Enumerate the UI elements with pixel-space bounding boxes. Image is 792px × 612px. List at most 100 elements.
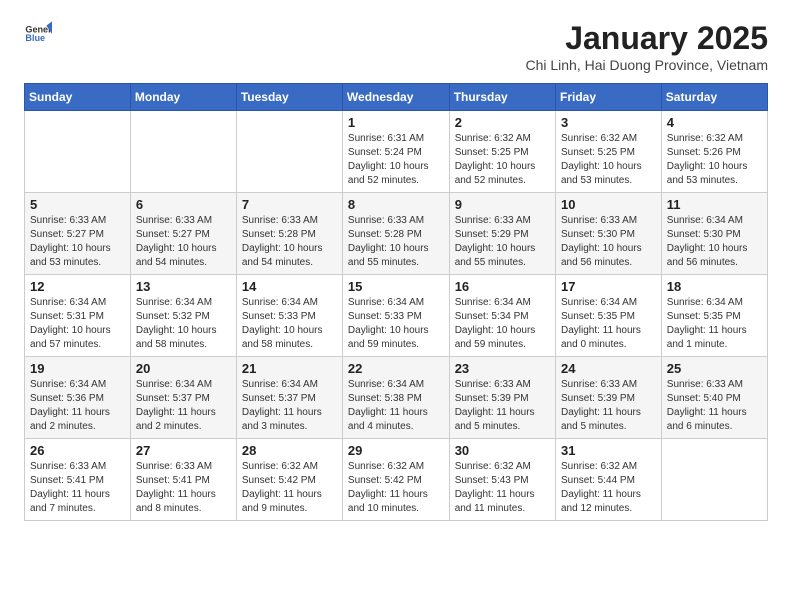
week-row-2: 5 Sunrise: 6:33 AM Sunset: 5:27 PM Daylig… (25, 193, 768, 275)
table-row: 12 Sunrise: 6:34 AM Sunset: 5:31 PM Dayli… (25, 275, 131, 357)
day-info: Sunrise: 6:34 AM Sunset: 5:31 PM Dayligh… (30, 296, 125, 352)
day-number: 2 (455, 115, 550, 130)
day-number: 16 (455, 279, 550, 294)
day-info: Sunrise: 6:34 AM Sunset: 5:33 PM Dayligh… (242, 296, 337, 352)
day-number: 23 (455, 361, 550, 376)
day-number: 10 (561, 197, 656, 212)
table-row: 5 Sunrise: 6:33 AM Sunset: 5:27 PM Daylig… (25, 193, 131, 275)
table-row: 22 Sunrise: 6:34 AM Sunset: 5:38 PM Dayli… (342, 357, 449, 439)
day-number: 29 (348, 443, 444, 458)
table-row: 31 Sunrise: 6:32 AM Sunset: 5:44 PM Dayli… (555, 439, 661, 521)
day-number: 21 (242, 361, 337, 376)
header-sunday: Sunday (25, 84, 131, 111)
day-number: 14 (242, 279, 337, 294)
day-info: Sunrise: 6:34 AM Sunset: 5:34 PM Dayligh… (455, 296, 550, 352)
week-row-3: 12 Sunrise: 6:34 AM Sunset: 5:31 PM Dayli… (25, 275, 768, 357)
table-row: 20Sunrise: 6:34 AM Sunset: 5:37 PM Dayli… (130, 357, 236, 439)
table-row: 9 Sunrise: 6:33 AM Sunset: 5:29 PM Daylig… (449, 193, 555, 275)
day-info: Sunrise: 6:32 AM Sunset: 5:26 PM Dayligh… (667, 132, 762, 188)
day-info: Sunrise: 6:34 AM Sunset: 5:37 PM Dayligh… (136, 378, 231, 434)
day-number: 5 (30, 197, 125, 212)
day-info: Sunrise: 6:32 AM Sunset: 5:42 PM Dayligh… (348, 460, 444, 516)
day-info: Sunrise: 6:33 AM Sunset: 5:27 PM Dayligh… (30, 214, 125, 270)
table-row: 17 Sunrise: 6:34 AM Sunset: 5:35 PM Dayli… (555, 275, 661, 357)
day-info: Sunrise: 6:34 AM Sunset: 5:32 PM Dayligh… (136, 296, 231, 352)
table-row (130, 111, 236, 193)
table-row: 14 Sunrise: 6:34 AM Sunset: 5:33 PM Dayli… (236, 275, 342, 357)
table-row: 28 Sunrise: 6:32 AM Sunset: 5:42 PM Dayli… (236, 439, 342, 521)
week-row-5: 26Sunrise: 6:33 AM Sunset: 5:41 PM Dayli… (25, 439, 768, 521)
table-row: 6 Sunrise: 6:33 AM Sunset: 5:27 PM Daylig… (130, 193, 236, 275)
calendar-subtitle: Chi Linh, Hai Duong Province, Vietnam (525, 57, 768, 73)
table-row: 13 Sunrise: 6:34 AM Sunset: 5:32 PM Dayli… (130, 275, 236, 357)
table-row: 19 Sunrise: 6:34 AM Sunset: 5:36 PM Dayli… (25, 357, 131, 439)
day-info: Sunrise: 6:34 AM Sunset: 5:35 PM Dayligh… (667, 296, 762, 352)
day-number: 17 (561, 279, 656, 294)
day-info: Sunrise: 6:32 AM Sunset: 5:42 PM Dayligh… (242, 460, 337, 516)
day-number: 31 (561, 443, 656, 458)
day-info: Sunrise: 6:33 AM Sunset: 5:27 PM Dayligh… (136, 214, 231, 270)
day-info: Sunrise: 6:34 AM Sunset: 5:33 PM Dayligh… (348, 296, 444, 352)
day-number: 7 (242, 197, 337, 212)
day-number: 13 (136, 279, 231, 294)
day-number: 4 (667, 115, 762, 130)
table-row: 24 Sunrise: 6:33 AM Sunset: 5:39 PM Dayli… (555, 357, 661, 439)
day-number: 8 (348, 197, 444, 212)
table-row (25, 111, 131, 193)
day-info: Sunrise: 6:33 AM Sunset: 5:40 PM Dayligh… (667, 378, 762, 434)
day-info: Sunrise: 6:32 AM Sunset: 5:25 PM Dayligh… (455, 132, 550, 188)
header-monday: Monday (130, 84, 236, 111)
table-row: 3 Sunrise: 6:32 AM Sunset: 5:25 PM Daylig… (555, 111, 661, 193)
logo: General Blue (24, 20, 52, 48)
day-info: Sunrise: 6:32 AM Sunset: 5:44 PM Dayligh… (561, 460, 656, 516)
day-number: 1 (348, 115, 444, 130)
day-number: 18 (667, 279, 762, 294)
day-number: 15 (348, 279, 444, 294)
day-info: Sunrise: 6:33 AM Sunset: 5:39 PM Dayligh… (561, 378, 656, 434)
day-info: Sunrise: 6:32 AM Sunset: 5:43 PM Dayligh… (455, 460, 550, 516)
header-friday: Friday (555, 84, 661, 111)
day-info: Sunrise: 6:33 AM Sunset: 5:30 PM Dayligh… (561, 214, 656, 270)
day-info: Sunrise: 6:32 AM Sunset: 5:25 PM Dayligh… (561, 132, 656, 188)
table-row: 15 Sunrise: 6:34 AM Sunset: 5:33 PM Dayli… (342, 275, 449, 357)
day-info: Sunrise: 6:34 AM Sunset: 5:36 PM Dayligh… (30, 378, 125, 434)
header: General Blue January 2025 Chi Linh, Hai … (24, 20, 768, 73)
day-info: Sunrise: 6:34 AM Sunset: 5:37 PM Dayligh… (242, 378, 337, 434)
day-info: Sunrise: 6:34 AM Sunset: 5:35 PM Dayligh… (561, 296, 656, 352)
logo-icon: General Blue (24, 20, 52, 48)
day-info: Sunrise: 6:33 AM Sunset: 5:29 PM Dayligh… (455, 214, 550, 270)
header-thursday: Thursday (449, 84, 555, 111)
day-number: 11 (667, 197, 762, 212)
day-number: 12 (30, 279, 125, 294)
table-row: 23 Sunrise: 6:33 AM Sunset: 5:39 PM Dayli… (449, 357, 555, 439)
table-row: 26Sunrise: 6:33 AM Sunset: 5:41 PM Dayli… (25, 439, 131, 521)
table-row: 8 Sunrise: 6:33 AM Sunset: 5:28 PM Daylig… (342, 193, 449, 275)
table-row: 25Sunrise: 6:33 AM Sunset: 5:40 PM Dayli… (661, 357, 767, 439)
day-number: 9 (455, 197, 550, 212)
day-number: 28 (242, 443, 337, 458)
day-number: 27 (136, 443, 231, 458)
week-row-1: 1 Sunrise: 6:31 AM Sunset: 5:24 PM Daylig… (25, 111, 768, 193)
table-row: 29 Sunrise: 6:32 AM Sunset: 5:42 PM Dayli… (342, 439, 449, 521)
day-info: Sunrise: 6:31 AM Sunset: 5:24 PM Dayligh… (348, 132, 444, 188)
day-info: Sunrise: 6:33 AM Sunset: 5:41 PM Dayligh… (30, 460, 125, 516)
day-number: 6 (136, 197, 231, 212)
day-headers-row: Sunday Monday Tuesday Wednesday Thursday… (25, 84, 768, 111)
day-info: Sunrise: 6:34 AM Sunset: 5:38 PM Dayligh… (348, 378, 444, 434)
day-info: Sunrise: 6:33 AM Sunset: 5:39 PM Dayligh… (455, 378, 550, 434)
day-info: Sunrise: 6:33 AM Sunset: 5:28 PM Dayligh… (348, 214, 444, 270)
day-number: 24 (561, 361, 656, 376)
table-row: 4 Sunrise: 6:32 AM Sunset: 5:26 PM Daylig… (661, 111, 767, 193)
table-row: 18 Sunrise: 6:34 AM Sunset: 5:35 PM Dayli… (661, 275, 767, 357)
calendar-table: Sunday Monday Tuesday Wednesday Thursday… (24, 83, 768, 521)
day-number: 19 (30, 361, 125, 376)
table-row: 11Sunrise: 6:34 AM Sunset: 5:30 PM Dayli… (661, 193, 767, 275)
table-row (236, 111, 342, 193)
table-row: 21 Sunrise: 6:34 AM Sunset: 5:37 PM Dayli… (236, 357, 342, 439)
header-tuesday: Tuesday (236, 84, 342, 111)
table-row: 16 Sunrise: 6:34 AM Sunset: 5:34 PM Dayli… (449, 275, 555, 357)
table-row (661, 439, 767, 521)
table-row: 2 Sunrise: 6:32 AM Sunset: 5:25 PM Daylig… (449, 111, 555, 193)
day-number: 3 (561, 115, 656, 130)
day-number: 22 (348, 361, 444, 376)
